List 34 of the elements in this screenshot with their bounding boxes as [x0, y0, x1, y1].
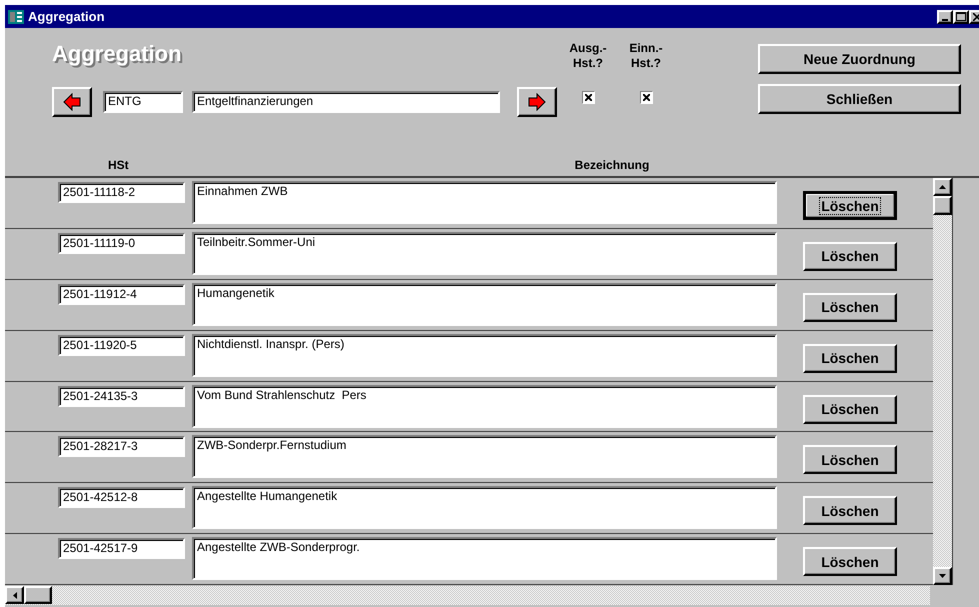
code-field[interactable]: ENTG: [103, 91, 183, 113]
delete-button[interactable]: Löschen: [803, 292, 897, 322]
description-field[interactable]: Angestellte Humangenetik: [192, 486, 777, 530]
column-header: Bezeichnung: [574, 158, 650, 172]
hst-field[interactable]: 2501-11118-2: [58, 182, 185, 203]
delete-button[interactable]: Löschen: [803, 394, 897, 424]
form-heading: Aggregation: [52, 41, 182, 68]
delete-button[interactable]: Löschen: [803, 242, 897, 271]
hst-field[interactable]: 2501-28217-3: [58, 436, 185, 458]
hst-field[interactable]: 2501-24135-3: [58, 386, 185, 406]
form-button[interactable]: Schließen: [758, 84, 961, 114]
hst-field[interactable]: 2501-11920-5: [58, 334, 185, 356]
description-field[interactable]: ZWB-Sonderpr.Fernstudium: [192, 435, 777, 478]
column-header: HSt: [108, 158, 129, 172]
description-field[interactable]: Nichtdienstl. Inanspr. (Pers): [192, 334, 777, 377]
delete-button[interactable]: Löschen: [803, 547, 897, 576]
checkbox-label: Ausg.- Hst.?: [568, 41, 608, 71]
description-field[interactable]: Vom Bund Strahlenschutz Pers: [192, 384, 777, 428]
form-button[interactable]: Neue Zuordnung: [758, 44, 961, 74]
hst-field[interactable]: 2501-42517-9: [58, 538, 185, 560]
description-field[interactable]: Einnahmen ZWB: [192, 181, 777, 224]
hst-field[interactable]: 2501-42512-8: [58, 487, 185, 508]
window-title: Aggregation: [28, 9, 106, 24]
hst-field[interactable]: 2501-11119-0: [58, 232, 185, 254]
hst-field[interactable]: 2501-11912-4: [58, 284, 185, 305]
delete-button[interactable]: Löschen: [803, 344, 897, 373]
name-field[interactable]: Entgeltfinanzierungen: [192, 91, 500, 113]
description-field[interactable]: Teilnbeitr.Sommer-Uni: [192, 232, 777, 275]
description-field[interactable]: Humangenetik: [192, 282, 777, 326]
delete-button[interactable]: Löschen: [803, 445, 897, 474]
delete-button[interactable]: Löschen: [803, 191, 897, 220]
checkbox-label: Einn.- Hst.?: [628, 41, 664, 71]
description-field[interactable]: Angestellte ZWB-Sonderprogr.: [192, 537, 777, 580]
delete-button[interactable]: Löschen: [803, 496, 897, 526]
